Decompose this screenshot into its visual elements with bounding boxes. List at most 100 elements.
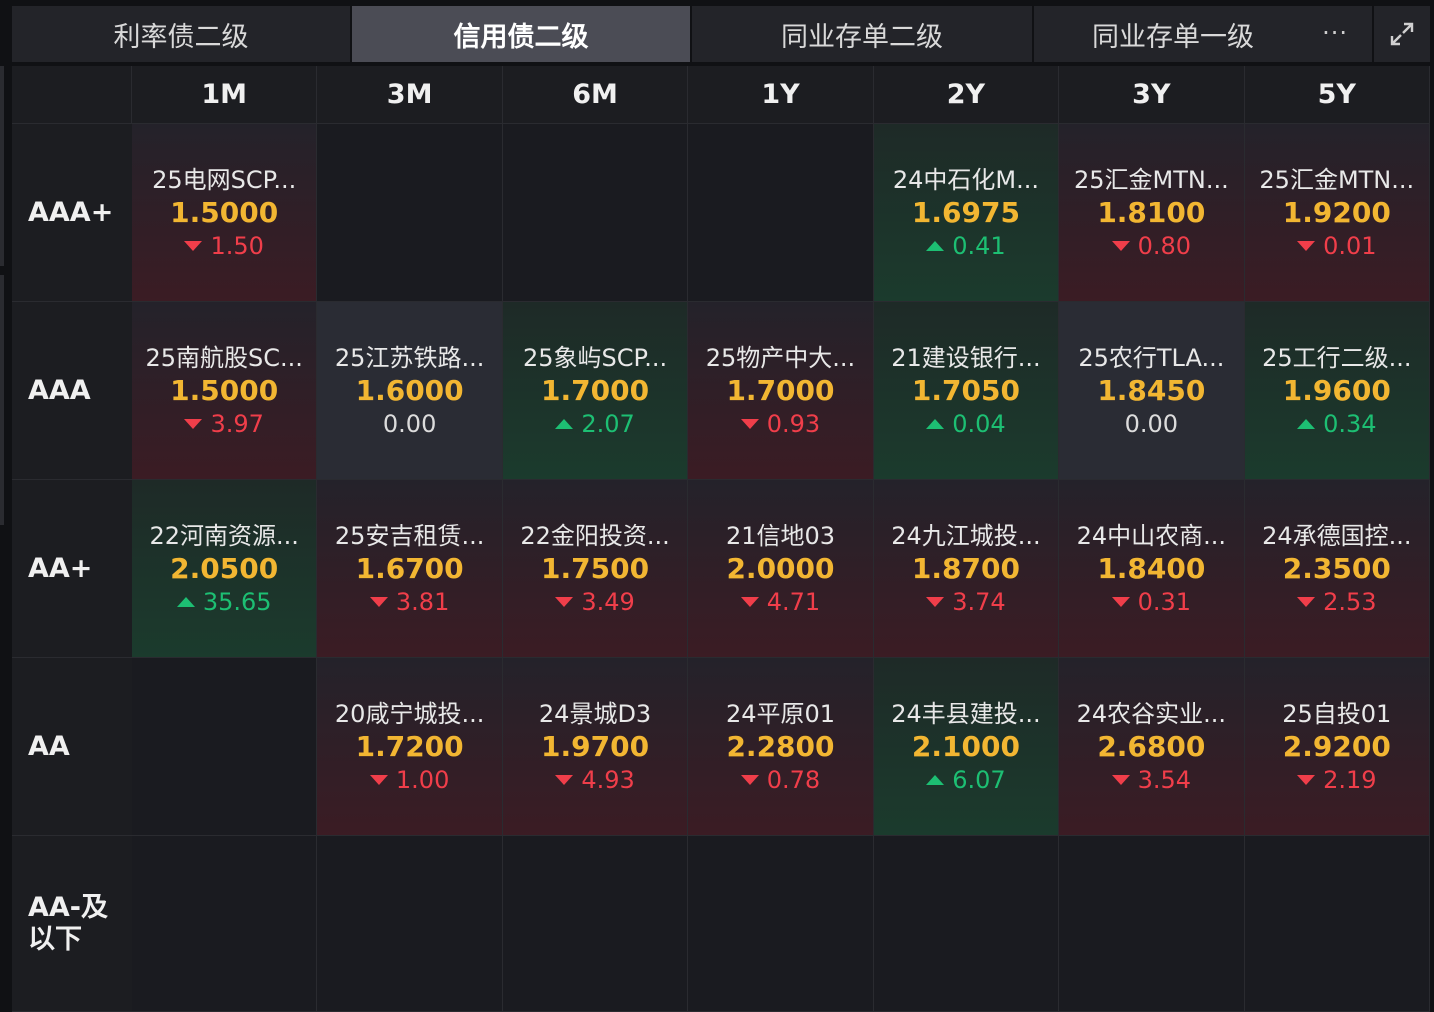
yield-change: 2.19	[1297, 764, 1377, 796]
quote-cell[interactable]: 21信地03 2.0000 4.71	[688, 480, 874, 658]
quote-cell[interactable]: 25工行二级... 1.9600 0.34	[1244, 302, 1430, 480]
tab-label: 信用债二级	[453, 21, 589, 53]
quote-cell[interactable]: 25汇金MTN... 1.8100 0.80	[1059, 124, 1245, 302]
quote-cell[interactable]: 25南航股SC... 1.5000 3.97	[132, 302, 318, 480]
bond-name: 25南航股SC...	[145, 343, 303, 372]
row-rating-label: AAA+	[12, 124, 132, 302]
bond-name: 24中石化M...	[892, 165, 1039, 194]
bond-name: 24承德国控...	[1262, 521, 1412, 550]
bond-name: 24平原01	[725, 699, 836, 728]
down-arrow-icon	[740, 596, 759, 607]
yield-value: 1.8700	[911, 551, 1020, 585]
quote-cell[interactable]: 25物产中大... 1.7000 0.93	[688, 302, 874, 480]
left-edge-bar	[0, 275, 4, 525]
quote-cell	[502, 124, 689, 302]
down-arrow-icon	[1111, 240, 1130, 251]
change-value: 0.80	[1137, 231, 1192, 260]
yield-value: 1.5000	[170, 373, 279, 407]
bond-name: 25工行二级...	[1262, 343, 1412, 372]
yield-value: 1.7000	[541, 373, 650, 407]
column-header[interactable]: 1Y	[688, 66, 874, 124]
change-value: 1.00	[395, 765, 450, 794]
quote-cell[interactable]: 25安吉租赁... 1.6700 3.81	[317, 480, 503, 658]
yield-change: 0.41	[926, 230, 1006, 262]
change-value: 6.07	[952, 765, 1006, 794]
quote-cell[interactable]: 22河南资源... 2.0500 35.65	[132, 480, 318, 658]
change-value: 3.74	[952, 587, 1006, 616]
yield-value: 2.9200	[1282, 729, 1391, 763]
quote-cell[interactable]: 25电网SCP... 1.5000 1.50	[132, 124, 318, 302]
bond-name: 20咸宁城投...	[334, 699, 485, 728]
yield-change: 3.49	[555, 586, 635, 618]
column-header[interactable]: 3M	[317, 66, 503, 124]
quote-cell[interactable]: 24中石化M... 1.6975 0.41	[873, 124, 1060, 302]
quote-cell[interactable]: 24农谷实业... 2.6800 3.54	[1059, 658, 1245, 836]
down-arrow-icon	[1111, 774, 1130, 785]
quote-cell[interactable]: 25农行TLA... 1.8450 0.00	[1059, 302, 1245, 480]
yield-change: 3.54	[1111, 764, 1191, 796]
yield-value: 1.7500	[541, 551, 650, 585]
column-header[interactable]: 1M	[132, 66, 318, 124]
down-arrow-icon	[555, 774, 574, 785]
yield-value: 1.6000	[355, 373, 464, 407]
quote-cell	[317, 124, 503, 302]
quote-cell	[1059, 836, 1245, 1012]
yield-change: 0.31	[1111, 586, 1192, 618]
change-value: 0.00	[382, 409, 437, 438]
column-header[interactable]: 3Y	[1059, 66, 1245, 124]
bond-name: 24九江城投...	[891, 521, 1041, 550]
down-arrow-icon	[1297, 240, 1316, 251]
up-arrow-icon	[176, 596, 195, 607]
bond-name: 25安吉租赁...	[334, 521, 485, 550]
change-value: 0.34	[1323, 409, 1377, 438]
column-header[interactable]: 5Y	[1244, 66, 1430, 124]
tab-label: 同业存单一级	[1092, 21, 1254, 53]
quote-cell	[688, 124, 874, 302]
bond-name: 21信地03	[725, 521, 836, 550]
yield-change: 4.93	[555, 764, 635, 796]
change-value: 35.65	[202, 587, 272, 616]
yield-value: 1.9700	[541, 729, 650, 763]
quote-cell[interactable]: 25象屿SCP... 1.7000 2.07	[502, 302, 689, 480]
change-value: 2.53	[1323, 587, 1377, 616]
yield-value: 1.9200	[1282, 195, 1391, 229]
left-edge-bar	[0, 66, 4, 266]
yield-value: 1.8450	[1097, 373, 1206, 407]
change-value: 0.31	[1137, 587, 1192, 616]
quote-cell[interactable]: 25汇金MTN... 1.9200 0.01	[1244, 124, 1430, 302]
quote-cell[interactable]: 25江苏铁路... 1.6000 0.00	[317, 302, 503, 480]
yield-change: 0.04	[926, 408, 1006, 440]
yield-change: 1.00	[369, 764, 450, 796]
yield-change: 1.50	[184, 230, 264, 262]
quote-cell	[317, 836, 503, 1012]
quote-cell[interactable]: 20咸宁城投... 1.7200 1.00	[317, 658, 503, 836]
row-rating-label: AA+	[12, 480, 132, 658]
yield-change: 2.53	[1297, 586, 1377, 618]
tab-credit-bond-secondary[interactable]: 信用债二级	[352, 6, 692, 62]
column-header[interactable]: 6M	[502, 66, 689, 124]
yield-value: 2.2800	[726, 729, 835, 763]
bond-name: 25汇金MTN...	[1259, 165, 1415, 194]
more-icon[interactable]: ···	[1322, 19, 1348, 47]
quote-cell[interactable]: 22金阳投资... 1.7500 3.49	[502, 480, 689, 658]
change-value: 3.81	[395, 587, 450, 616]
quote-cell[interactable]: 24承德国控... 2.3500 2.53	[1244, 480, 1430, 658]
row-rating-label: AA-及以下	[12, 836, 132, 1012]
row-rating-label: AAA	[12, 302, 132, 480]
yield-change: 35.65	[176, 586, 272, 618]
column-header[interactable]: 2Y	[873, 66, 1060, 124]
quote-cell[interactable]: 24九江城投... 1.8700 3.74	[873, 480, 1060, 658]
tab-ncd-secondary[interactable]: 同业存单二级	[692, 6, 1034, 62]
bond-name: 25自投01	[1282, 699, 1392, 728]
bond-name: 25汇金MTN...	[1073, 165, 1229, 194]
quote-cell[interactable]: 24平原01 2.2800 0.78	[688, 658, 874, 836]
yield-value: 2.0000	[726, 551, 835, 585]
tab-rate-bond-secondary[interactable]: 利率债二级	[12, 6, 352, 62]
quote-cell[interactable]: 24景城D3 1.9700 4.93	[502, 658, 689, 836]
quote-cell[interactable]: 24中山农商... 1.8400 0.31	[1059, 480, 1245, 658]
expand-button[interactable]	[1374, 6, 1430, 62]
quote-cell[interactable]: 21建设银行... 1.7050 0.04	[873, 302, 1060, 480]
tab-ncd-primary[interactable]: 同业存单一级 ···	[1034, 6, 1374, 62]
quote-cell[interactable]: 24丰县建投... 2.1000 6.07	[873, 658, 1060, 836]
quote-cell[interactable]: 25自投01 2.9200 2.19	[1244, 658, 1430, 836]
